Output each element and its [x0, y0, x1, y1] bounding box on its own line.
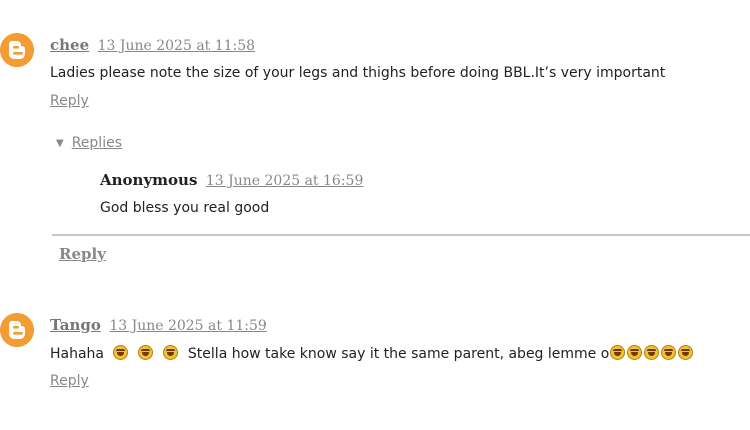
thread-divider [52, 234, 750, 236]
comment-text-part: Stella how take know say it the same par… [187, 346, 610, 362]
comment-text: Ladies please note the size of your legs… [50, 65, 666, 81]
replies-toggle-label: Replies [71, 135, 122, 151]
reply-header: Anonymous 13 June 2025 at 16:59 [100, 171, 363, 189]
comment-timestamp-link[interactable]: 13 June 2025 at 11:59 [109, 318, 267, 334]
laughing-emoji-icon [644, 345, 660, 360]
blogger-icon [0, 313, 34, 347]
reply-text: God bless you real good [100, 200, 270, 216]
reply-timestamp-link[interactable]: 13 June 2025 at 16:59 [206, 173, 364, 189]
comment-timestamp-link[interactable]: 13 June 2025 at 11:58 [98, 38, 256, 54]
avatar [0, 33, 34, 67]
comment-text-part: Hahaha [50, 346, 105, 362]
laughing-emoji-icon [678, 345, 694, 360]
blogger-icon [0, 33, 34, 67]
caret-down-icon: ▼ [56, 138, 64, 149]
laughing-emoji-icon [627, 345, 643, 360]
comment-text: Hahaha Stella how take know say it the s… [50, 345, 694, 362]
avatar [0, 313, 34, 347]
laughing-emoji-icon [163, 345, 179, 360]
laughing-emoji-icon [138, 345, 154, 360]
comment-header: chee 13 June 2025 at 11:58 [50, 36, 255, 54]
comment-header: Tango 13 June 2025 at 11:59 [50, 316, 267, 334]
thread-reply-link[interactable]: Reply [59, 245, 106, 263]
reply-link[interactable]: Reply [50, 93, 89, 109]
laughing-emoji-icon [113, 345, 129, 360]
comment-author-link[interactable]: Tango [50, 316, 101, 334]
reply-author: Anonymous [100, 171, 198, 189]
comment-author-link[interactable]: chee [50, 36, 89, 54]
reply-link[interactable]: Reply [50, 373, 89, 389]
replies-toggle[interactable]: ▼ Replies [56, 135, 122, 151]
laughing-emoji-icon [661, 345, 677, 360]
laughing-emoji-icon [610, 345, 626, 360]
